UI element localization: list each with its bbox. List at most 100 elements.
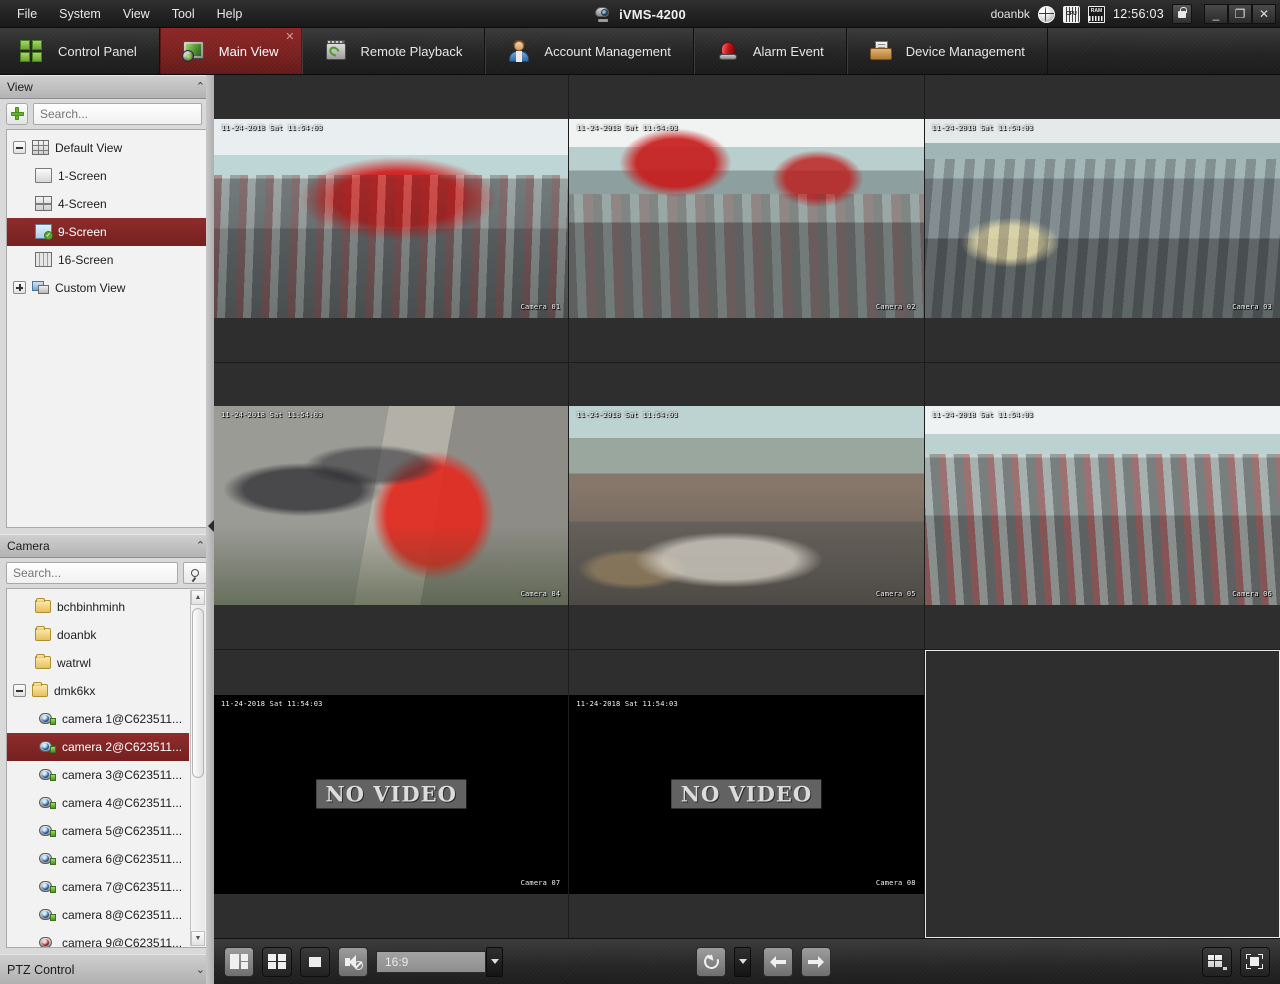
- globe-icon[interactable]: [1037, 5, 1055, 23]
- view-panel-collapse-icon[interactable]: ⌃: [196, 82, 205, 93]
- camera-list-scrollbar[interactable]: ▲ ▼: [190, 589, 205, 946]
- collapse-toggle-icon[interactable]: [13, 684, 26, 698]
- next-button[interactable]: [801, 946, 832, 977]
- menu-help[interactable]: Help: [206, 2, 254, 26]
- minimize-button[interactable]: _: [1204, 4, 1228, 24]
- tree-item-16-screen[interactable]: 16-Screen: [7, 246, 206, 274]
- fullscreen-button[interactable]: [1239, 946, 1270, 977]
- camera-item-label: camera 4@C623511...: [62, 795, 183, 810]
- aspect-ratio-select[interactable]: 16:9: [376, 946, 503, 977]
- ram-icon[interactable]: RAM: [1087, 5, 1105, 23]
- list-item[interactable]: camera 8@C623511...: [7, 901, 189, 929]
- camera-panel-header[interactable]: Camera ⌃: [0, 533, 213, 558]
- menu-file[interactable]: File: [6, 2, 48, 26]
- list-item[interactable]: camera 1@C623511...: [7, 705, 189, 733]
- menu-bar: File System View Tool Help: [6, 0, 253, 28]
- tree-item-default-view[interactable]: Default View: [7, 134, 206, 162]
- scroll-down-icon[interactable]: ▼: [191, 931, 205, 946]
- list-item[interactable]: dmk6kx: [7, 677, 189, 705]
- list-item[interactable]: doanbk: [7, 621, 189, 649]
- tab-remote-playback[interactable]: Remote Playback: [301, 28, 486, 74]
- save-view-button[interactable]: [224, 946, 254, 977]
- camera-online-icon: [39, 880, 56, 894]
- previous-button[interactable]: [763, 946, 794, 977]
- video-cell-5[interactable]: 11-24-2018 Sat 11:54:03 Camera 05: [569, 362, 925, 651]
- video-cell-4[interactable]: 11-24-2018 Sat 11:54:03 Camera 04: [214, 362, 570, 651]
- tab-device-management[interactable]: Device Management: [846, 28, 1048, 74]
- video-feed-5[interactable]: 11-24-2018 Sat 11:54:03 Camera 05: [569, 406, 924, 606]
- tab-main-view[interactable]: Main View ✕: [159, 28, 302, 74]
- video-feed-4[interactable]: 11-24-2018 Sat 11:54:03 Camera 04: [214, 406, 569, 606]
- menu-system[interactable]: System: [48, 2, 112, 26]
- mute-button[interactable]: [338, 946, 368, 977]
- add-view-button[interactable]: [6, 102, 28, 125]
- list-item[interactable]: camera 7@C623511...: [7, 873, 189, 901]
- video-feed-7[interactable]: 11-24-2018 Sat 11:54:03 NO VIDEO Camera …: [214, 694, 569, 894]
- tree-item-4-screen[interactable]: 4-Screen: [7, 190, 206, 218]
- camera-online-icon: [39, 908, 56, 922]
- video-cell-6[interactable]: 11-24-2018 Sat 11:54:03 Camera 06: [924, 363, 1280, 651]
- cpu-icon[interactable]: CPU: [1062, 5, 1080, 23]
- list-item[interactable]: camera 5@C623511...: [7, 817, 189, 845]
- grid-view-icon: [32, 140, 49, 156]
- ptz-panel-expand-icon[interactable]: ⌄: [196, 964, 205, 975]
- video-feed-1[interactable]: 11-24-2018 Sat 11:54:03 Camera 01: [214, 118, 569, 318]
- video-cell-7[interactable]: 11-24-2018 Sat 11:54:03 NO VIDEO Camera …: [214, 650, 570, 938]
- video-cell-8[interactable]: 11-24-2018 Sat 11:54:03 NO VIDEO Camera …: [569, 650, 925, 938]
- tree-item-1-screen-label: 1-Screen: [58, 168, 107, 183]
- menu-view[interactable]: View: [112, 2, 161, 26]
- video-feed-2[interactable]: 11-24-2018 Sat 11:54:03 Camera 02: [569, 118, 924, 318]
- tree-item-1-screen[interactable]: 1-Screen: [7, 162, 206, 190]
- video-feed-8[interactable]: 11-24-2018 Sat 11:54:03 NO VIDEO Camera …: [569, 694, 924, 894]
- tab-close-icon[interactable]: ✕: [285, 32, 294, 43]
- tab-control-panel[interactable]: Control Panel: [0, 28, 160, 74]
- sixteen-screen-icon: [35, 252, 52, 268]
- collapse-toggle-icon[interactable]: [13, 141, 26, 155]
- video-stage: 11-24-2018 Sat 11:54:03 Camera 01 11-24-…: [214, 75, 1280, 938]
- video-feed-6[interactable]: 11-24-2018 Sat 11:54:03 Camera 06: [924, 406, 1280, 606]
- tree-item-custom-view[interactable]: Custom View: [7, 274, 206, 302]
- view-search-input[interactable]: [33, 102, 202, 125]
- aspect-ratio-dropdown-button[interactable]: [486, 946, 503, 977]
- list-item[interactable]: bchbinhminh: [7, 593, 189, 621]
- auto-switch-dropdown-button[interactable]: [734, 946, 752, 977]
- list-item[interactable]: camera 6@C623511...: [7, 845, 189, 873]
- auto-switch-button[interactable]: [696, 946, 727, 977]
- menu-tool[interactable]: Tool: [161, 2, 206, 26]
- ptz-panel-header[interactable]: PTZ Control ⌄: [0, 954, 213, 984]
- camera-panel-collapse-icon[interactable]: ⌃: [196, 540, 205, 551]
- camera-search-input[interactable]: [6, 561, 178, 584]
- expand-toggle-icon[interactable]: [13, 281, 26, 295]
- video-cell-3[interactable]: 11-24-2018 Sat 11:54:03 Camera 03: [924, 75, 1280, 363]
- video-cell-9[interactable]: [924, 650, 1280, 938]
- view-panel-header[interactable]: View ⌃: [0, 75, 213, 99]
- lock-button[interactable]: [1172, 4, 1192, 24]
- list-item[interactable]: camera 4@C623511...: [7, 789, 189, 817]
- tab-alarm-event[interactable]: Alarm Event: [693, 28, 847, 74]
- tab-account-management-label: Account Management: [544, 43, 671, 59]
- restore-button[interactable]: ❐: [1228, 4, 1252, 24]
- video-feed-3[interactable]: 11-24-2018 Sat 11:54:03 Camera 03: [924, 118, 1280, 318]
- tree-item-9-screen[interactable]: ✓ 9-Screen: [7, 217, 206, 246]
- close-button[interactable]: ✕: [1252, 4, 1276, 24]
- list-item[interactable]: camera 9@C623511...: [7, 929, 189, 947]
- scroll-up-icon[interactable]: ▲: [191, 589, 205, 605]
- view-mode-controls: [1201, 946, 1270, 977]
- camera-search-button[interactable]: [183, 561, 207, 584]
- layout-button[interactable]: [262, 946, 292, 977]
- list-item[interactable]: camera 2@C623511...: [7, 732, 189, 761]
- camera-tree: bchbinhminh doanbk watrwl dmk6kx camera …: [7, 589, 206, 947]
- tab-account-management[interactable]: Account Management: [485, 28, 694, 74]
- aspect-ratio-value[interactable]: 16:9: [376, 950, 486, 973]
- camera-tree-box: bchbinhminh doanbk watrwl dmk6kx camera …: [6, 587, 207, 948]
- osd-camera-name: Camera 08: [875, 878, 916, 887]
- stop-all-button[interactable]: [300, 946, 330, 977]
- clock-label: 12:56:03: [1112, 7, 1164, 21]
- video-cell-1[interactable]: 11-24-2018 Sat 11:54:03 Camera 01: [214, 75, 570, 363]
- osd-timestamp: 11-24-2018 Sat 11:54:03: [931, 123, 1034, 132]
- scrollbar-thumb[interactable]: [192, 607, 204, 778]
- list-item[interactable]: watrwl: [7, 649, 189, 677]
- video-cell-2[interactable]: 11-24-2018 Sat 11:54:03 Camera 02: [569, 75, 925, 363]
- window-division-button[interactable]: [1201, 946, 1232, 977]
- list-item[interactable]: camera 3@C623511...: [7, 761, 189, 789]
